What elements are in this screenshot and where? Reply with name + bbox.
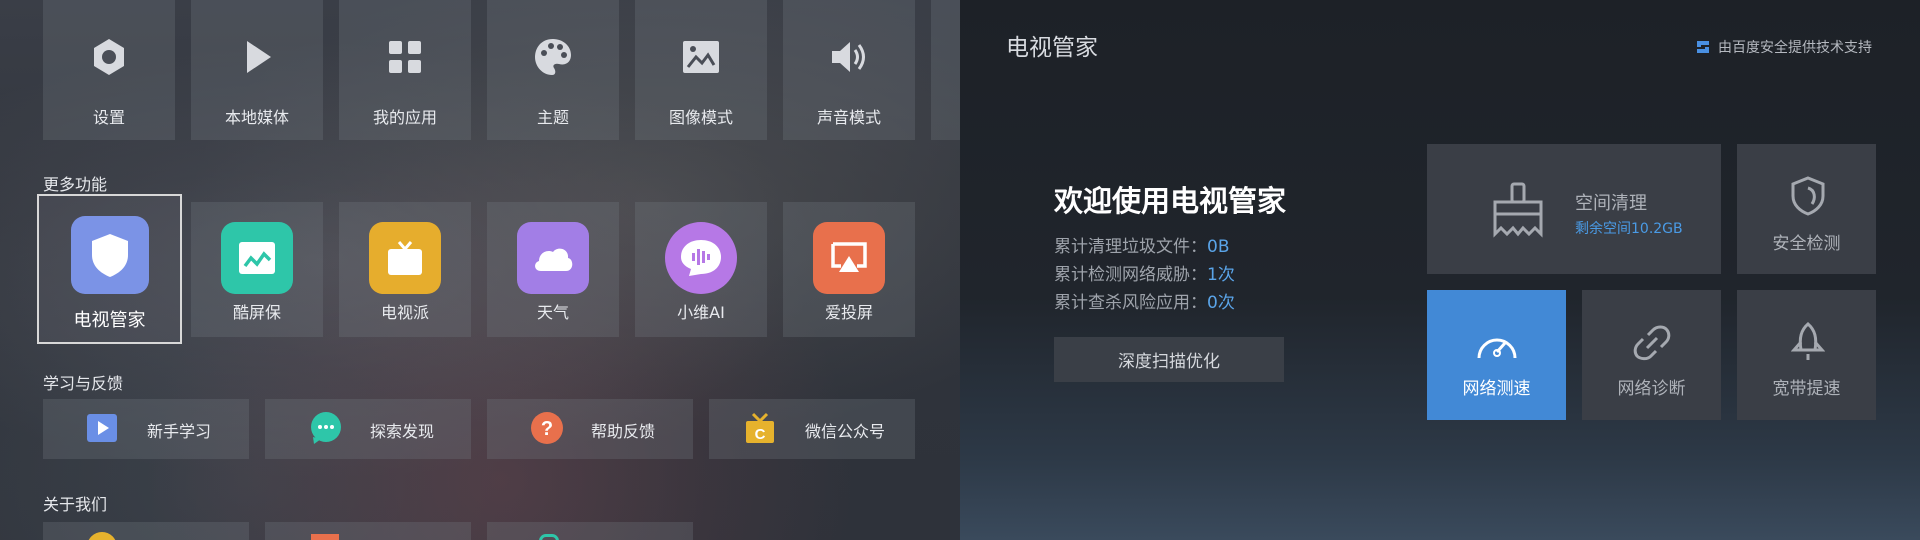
deep-scan-button[interactable]: 深度扫描优化 [1054,337,1284,382]
picture-mode-tile[interactable]: 图像模式 [635,0,767,140]
theme-label: 主题 [536,108,569,127]
gear-icon [94,39,124,75]
sound-mode-tile[interactable]: 声音模式 [783,0,915,140]
security-check-label: 安全检测 [1772,234,1841,254]
wechat-account-tile[interactable]: C 微信公众号 [709,399,915,459]
security-check-tile[interactable]: 安全检测 [1737,144,1876,274]
explore-tile[interactable]: 探索发现 [265,399,471,459]
settings-label: 设置 [92,108,125,127]
cool-screensaver-tile[interactable]: 酷屏保 [191,202,323,337]
baidu-security-badge: 由百度安全提供技术支持 [1696,37,1872,57]
learn-feedback-title: 学习与反馈 [43,374,124,393]
cloud-icon [535,248,573,271]
wechat-account-label: 微信公众号 [805,422,886,441]
play-icon [247,41,271,73]
love-cast-tile[interactable]: 爱投屏 [783,202,915,337]
xiaowei-ai-tile[interactable]: 小维AI [635,202,767,337]
tv-pie-app-icon [369,222,441,294]
stat-value: 0B [1207,237,1230,257]
cool-screensaver-label: 酷屏保 [232,303,281,322]
picture-mode-label: 图像模式 [668,108,733,127]
help-icon: ? [531,412,563,444]
tv-manager-label: 电视管家 [73,310,146,331]
love-cast-label: 爱投屏 [824,303,873,322]
tv-pie-label: 电视派 [380,303,429,322]
chat-icon [311,412,341,444]
tv-manager-panel: 电视管家 由百度安全提供技术支持 欢迎使用电视管家 累计清理垃圾文件：0B 累计… [960,0,1920,540]
tv-pie-tile[interactable]: 电视派 [339,202,471,337]
broadband-boost-label: 宽带提速 [1772,379,1841,399]
about-tile-2[interactable] [265,522,471,540]
xiaowei-ai-app-icon [665,222,737,294]
about-icon-2 [311,534,339,540]
grid-icon [389,41,421,73]
panel-title: 电视管家 [1006,35,1098,61]
stat-label: 累计查杀风险应用： [1054,293,1207,313]
stat-junk-files: 累计清理垃圾文件：0B [1054,232,1229,257]
weather-tile[interactable]: 天气 [487,202,619,337]
xiaowei-ai-label: 小维AI [677,303,725,322]
network-diagnosis-tile[interactable]: 网络诊断 [1582,290,1721,420]
svg-text:?: ? [541,418,553,440]
more-functions-title: 更多功能 [43,175,108,194]
tv-icon [388,241,422,275]
my-apps-tile[interactable]: 我的应用 [339,0,471,140]
theme-tile[interactable]: 主题 [487,0,619,140]
settings-tile[interactable]: 设置 [43,0,175,140]
stat-value: 0次 [1207,293,1235,313]
weather-app-icon [517,222,589,294]
brush-icon [1493,182,1543,238]
stat-value: 1次 [1207,265,1235,285]
broken-link-icon [1633,325,1671,361]
about-tile-1[interactable] [43,522,249,540]
broadband-boost-tile[interactable]: 宽带提速 [1737,290,1876,420]
help-feedback-tile[interactable]: ? 帮助反馈 [487,399,693,459]
svg-text:C: C [755,426,766,443]
sound-mode-label: 声音模式 [816,108,881,127]
baidu-security-icon [1697,41,1709,53]
badge-text: 由百度安全提供技术支持 [1718,40,1872,56]
rocket-icon [1791,322,1825,360]
shield-outline-icon [1791,176,1825,216]
beginner-learning-tile[interactable]: 新手学习 [43,399,249,459]
space-clean-tile[interactable]: 空间清理 剩余空间10.2GB [1427,144,1721,274]
about-icon-3 [539,534,559,540]
stat-network-threats: 累计检测网络威胁：1次 [1054,260,1235,285]
beginner-learning-label: 新手学习 [147,422,212,441]
stat-label: 累计清理垃圾文件： [1054,237,1207,257]
play-box-icon [87,414,117,442]
space-remaining-text: 剩余空间10.2GB [1575,221,1683,237]
explore-label: 探索发现 [370,422,435,441]
my-apps-label: 我的应用 [372,108,437,127]
about-icon-1 [87,532,117,540]
launcher-panel: 设置 本地媒体 我的应用 主题 图像模式 声音模式 更多功能 电视管家 酷屏保 … [0,0,960,540]
stat-label: 累计检测网络威胁： [1054,265,1207,285]
tv-manager-tile[interactable]: 电视管家 [37,194,182,344]
voice-icon [681,240,721,276]
partial-tile [931,0,960,140]
about-tile-3[interactable] [487,522,693,540]
local-media-tile[interactable]: 本地媒体 [191,0,323,140]
speaker-icon [832,42,865,72]
love-cast-app-icon [813,222,885,294]
picture-icon [683,41,719,73]
local-media-label: 本地媒体 [224,108,289,127]
tv-manager-app-icon [70,216,149,294]
shield-icon [91,234,128,277]
gift-icon: C [746,412,774,443]
network-diagnosis-label: 网络诊断 [1617,379,1686,399]
about-us-title: 关于我们 [43,495,108,514]
stat-risk-apps: 累计查杀风险应用：0次 [1054,288,1235,313]
network-speed-label: 网络测速 [1462,379,1531,399]
cast-icon [831,242,867,272]
screensaver-icon [239,242,275,274]
palette-icon [535,39,571,75]
speedometer-icon [1477,338,1517,359]
space-clean-label: 空间清理 [1575,193,1647,214]
help-feedback-label: 帮助反馈 [591,422,656,441]
screensaver-app-icon [221,222,293,294]
weather-label: 天气 [536,303,569,322]
welcome-heading: 欢迎使用电视管家 [1054,184,1287,218]
network-speed-tile[interactable]: 网络测速 [1427,290,1566,420]
